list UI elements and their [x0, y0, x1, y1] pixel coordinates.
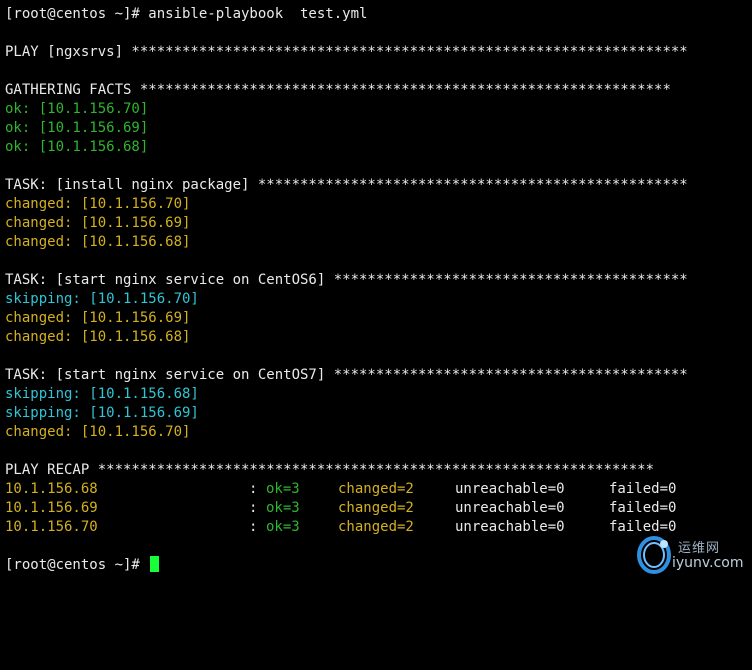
watermark-text-bottom: iyunv.com — [672, 555, 744, 571]
recap-unreachable: unreachable=0 — [455, 500, 565, 516]
recap-unreachable: unreachable=0 — [455, 481, 565, 497]
recap-colon: : — [249, 519, 258, 535]
watermark-text-top: 运维网 — [678, 541, 721, 556]
task-install-line: changed: [10.1.156.68] — [5, 234, 191, 250]
task-centos7-line: skipping: [10.1.156.68] — [5, 386, 199, 402]
gather-ok-line: ok: [10.1.156.68] — [5, 139, 149, 155]
recap-colon: : — [249, 481, 258, 497]
watermark-logo-icon — [637, 536, 671, 574]
gather-ok-line: ok: [10.1.156.70] — [5, 101, 149, 117]
task-centos7-header: TASK: [start nginx service on CentOS7] *… — [5, 367, 688, 383]
recap-changed: changed=2 — [338, 500, 414, 516]
task-install-line: changed: [10.1.156.70] — [5, 196, 191, 212]
recap-unreachable: unreachable=0 — [455, 519, 565, 535]
recap-changed: changed=2 — [338, 519, 414, 535]
recap-ok: ok=3 — [266, 519, 300, 535]
recap-row: 10.1.156.69 : ok=3 changed=2 unreachable… — [5, 499, 747, 518]
task-centos7-line: changed: [10.1.156.70] — [5, 424, 191, 440]
recap-host: 10.1.156.70 — [5, 519, 98, 535]
gathering-facts-header: GATHERING FACTS ************************… — [5, 82, 671, 98]
command-line: [root@centos ~]# ansible-playbook test.y… — [5, 6, 368, 22]
task-centos6-header: TASK: [start nginx service on CentOS6] *… — [5, 272, 688, 288]
recap-colon: : — [249, 500, 258, 516]
recap-changed: changed=2 — [338, 481, 414, 497]
watermark: 运维网 iyunv.com — [636, 531, 746, 577]
recap-row: 10.1.156.68 : ok=3 changed=2 unreachable… — [5, 480, 747, 499]
recap-failed: failed=0 — [609, 481, 677, 497]
task-install-line: changed: [10.1.156.69] — [5, 215, 191, 231]
recap-failed: failed=0 — [609, 500, 677, 516]
recap-ok: ok=3 — [266, 481, 300, 497]
play-header: PLAY [ngxsrvs] *************************… — [5, 44, 688, 60]
terminal-window[interactable]: [root@centos ~]# ansible-playbook test.y… — [5, 5, 747, 576]
task-centos6-line: changed: [10.1.156.69] — [5, 310, 191, 326]
play-recap-header: PLAY RECAP *****************************… — [5, 462, 655, 478]
recap-host: 10.1.156.68 — [5, 481, 98, 497]
gather-ok-line: ok: [10.1.156.69] — [5, 120, 149, 136]
task-centos6-line: changed: [10.1.156.68] — [5, 329, 191, 345]
recap-host: 10.1.156.69 — [5, 500, 98, 516]
task-centos7-line: skipping: [10.1.156.69] — [5, 405, 199, 421]
task-install-header: TASK: [install nginx package] **********… — [5, 177, 688, 193]
recap-ok: ok=3 — [266, 500, 300, 516]
task-centos6-line: skipping: [10.1.156.70] — [5, 291, 199, 307]
text-cursor — [150, 556, 160, 572]
